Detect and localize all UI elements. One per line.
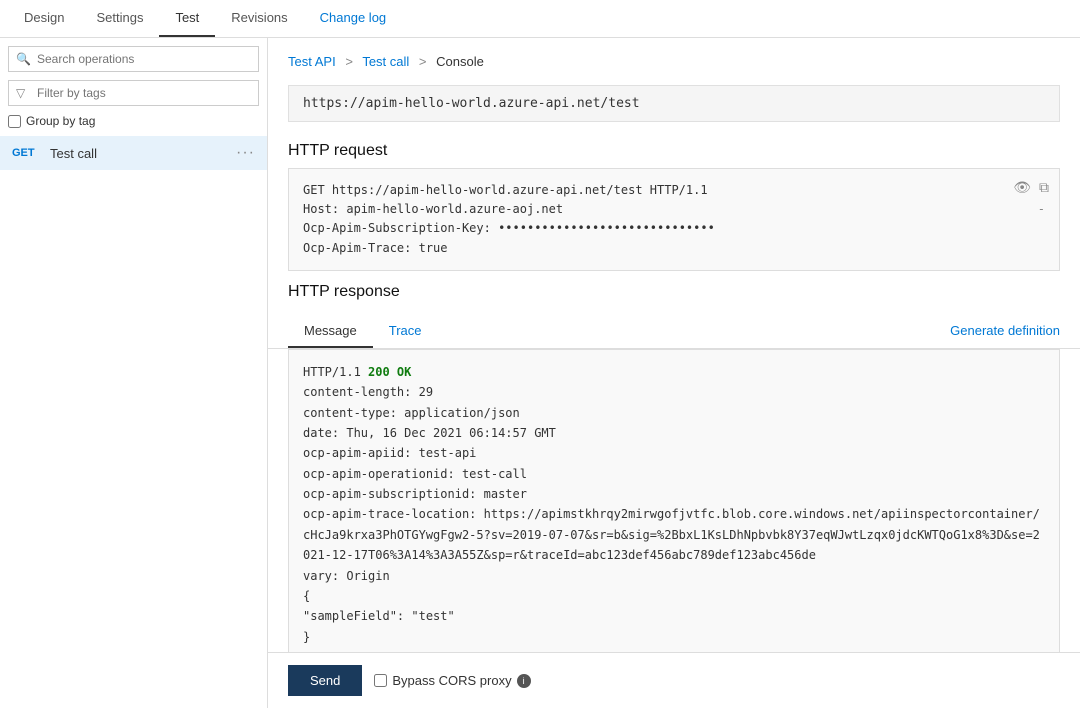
sidebar-item-testcall[interactable]: GET Test call ··· [0,136,267,170]
bypass-cors-label: Bypass CORS proxy i [374,673,530,688]
tab-revisions[interactable]: Revisions [215,0,303,37]
tab-message[interactable]: Message [288,313,373,348]
sidebar: 🔍 ▽ Group by tag GET Test call ··· [0,38,268,708]
send-button[interactable]: Send [288,665,362,696]
response-line-operationid: ocp-apim-operationid: test-call [303,464,1045,484]
group-by-tag-checkbox[interactable] [8,115,21,128]
filter-icon: ▽ [16,86,25,100]
response-line-vary: vary: Origin [303,566,1045,586]
filter-tags-input[interactable] [8,80,259,106]
breadcrumb: Test API > Test call > Console [268,38,1080,77]
tab-trace[interactable]: Trace [373,313,438,348]
http-request-title: HTTP request [268,130,1080,168]
response-line-subscriptionid: ocp-apim-subscriptionid: master [303,484,1045,504]
info-icon[interactable]: i [517,674,531,688]
bypass-cors-checkbox[interactable] [374,674,387,687]
search-input[interactable] [8,46,259,72]
breadcrumb-test-call[interactable]: Test call [362,54,409,69]
tab-design[interactable]: Design [8,0,80,37]
response-line-brace-close: } [303,627,1045,647]
bottom-bar: Send Bypass CORS proxy i [268,652,1080,708]
http-request-box: GET https://apim-hello-world.azure-api.n… [288,168,1060,271]
top-nav: Design Settings Test Revisions Change lo… [0,0,1080,38]
response-status-line: HTTP/1.1 200 OK [303,362,1045,382]
method-badge: GET [12,147,42,159]
main-content: Test API > Test call > Console https://a… [268,38,1080,708]
operation-name: Test call [50,146,236,161]
item-menu-icon[interactable]: ··· [236,144,255,162]
request-line2: Host: apim-hello-world.azure-aoj.net - [303,200,1045,219]
breadcrumb-console: Console [436,54,484,69]
eye-icon[interactable]: 👁 [1013,179,1031,196]
status-code: 200 OK [368,365,411,379]
response-content: HTTP/1.1 200 OK content-length: 29 conte… [288,349,1060,652]
response-line-trace-location: ocp-apim-trace-location: https://apimstk… [303,504,1045,565]
tab-settings[interactable]: Settings [80,0,159,37]
response-line-brace-open: { [303,586,1045,606]
response-line-apiid: ocp-apim-apiid: test-api [303,443,1045,463]
response-line-sample-field: "sampleField": "test" [303,606,1045,626]
copy-icon[interactable]: ⧉ [1039,179,1049,196]
breadcrumb-sep1: > [345,54,353,69]
request-line4: Ocp-Apim-Trace: true [303,239,1045,258]
tab-changelog[interactable]: Change log [304,0,403,37]
url-display: https://apim-hello-world.azure-api.net/t… [288,85,1060,122]
response-line-content-type: content-type: application/json [303,403,1045,423]
breadcrumb-test-api[interactable]: Test API [288,54,336,69]
search-icon: 🔍 [16,52,31,66]
group-by-tag-label: Group by tag [26,114,95,128]
generate-definition-link[interactable]: Generate definition [950,315,1060,346]
request-line3: Ocp-Apim-Subscription-Key: •••••••••••••… [303,219,1045,238]
request-line1: GET https://apim-hello-world.azure-api.n… [303,181,1045,200]
request-dash: - [1038,200,1045,219]
response-line-content-length: content-length: 29 [303,382,1045,402]
breadcrumb-sep2: > [419,54,427,69]
response-tabs-bar: Message Trace Generate definition [268,313,1080,349]
response-line-date: date: Thu, 16 Dec 2021 06:14:57 GMT [303,423,1045,443]
http-response-title: HTTP response [268,271,1080,309]
tab-test[interactable]: Test [159,0,215,37]
bypass-cors-text: Bypass CORS proxy [392,673,511,688]
